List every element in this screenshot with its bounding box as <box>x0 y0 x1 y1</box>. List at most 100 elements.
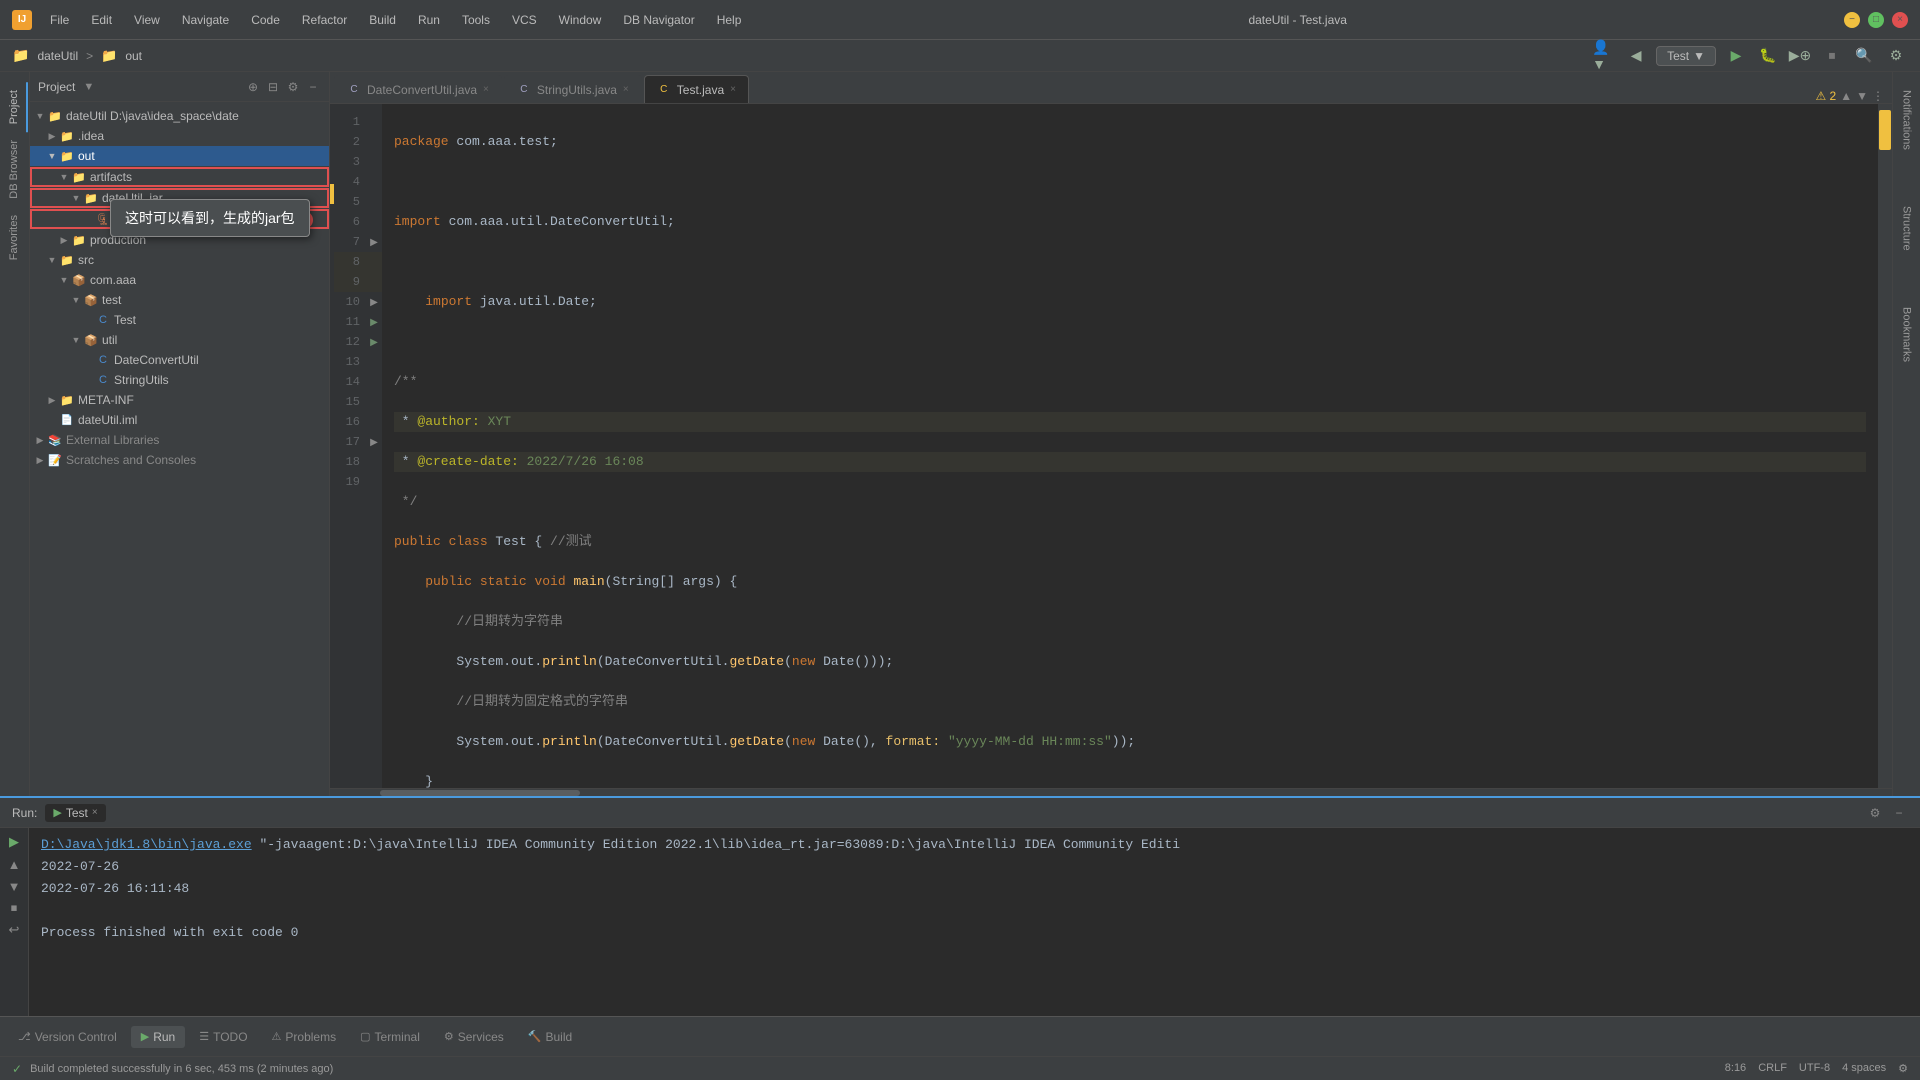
sidebar-tab-favorites[interactable]: Favorites <box>2 207 28 268</box>
minimize-button[interactable]: − <box>1844 12 1860 28</box>
sidebar-tab-project[interactable]: Project <box>2 82 28 132</box>
expand-arrow-dateutiljar[interactable]: ▼ <box>70 192 82 204</box>
expand-arrow-production[interactable]: ▶ <box>58 234 70 246</box>
expand-arrow-out[interactable]: ▼ <box>46 150 58 162</box>
tab-close-DateConvertUtil[interactable]: × <box>483 84 489 95</box>
expand-arrow-src[interactable]: ▼ <box>46 254 58 266</box>
tree-item-META-INF[interactable]: ▶ 📁 META-INF <box>30 390 329 410</box>
tree-item-src[interactable]: ▼ 📁 src <box>30 250 329 270</box>
run-scroll-up-icon[interactable]: ▲ <box>4 854 24 874</box>
expand-arrow-com-aaa[interactable]: ▼ <box>58 274 70 286</box>
tab-Test[interactable]: C Test.java × <box>644 75 749 103</box>
run-stop-icon[interactable]: ⏹ <box>4 898 24 918</box>
menu-file[interactable]: File <box>40 9 79 31</box>
bottom-tab-run[interactable]: ▶ Run <box>131 1026 185 1048</box>
menu-window[interactable]: Window <box>549 9 612 31</box>
scope-icon[interactable]: ⊕ <box>245 79 261 95</box>
bottom-tab-problems[interactable]: ⚠ Problems <box>262 1026 347 1048</box>
menu-navigate[interactable]: Navigate <box>172 9 239 31</box>
tree-item-com-aaa[interactable]: ▼ 📦 com.aaa <box>30 270 329 290</box>
bottom-tab-todo[interactable]: ☰ TODO <box>189 1026 257 1048</box>
status-line-col[interactable]: 8:16 <box>1725 1062 1746 1075</box>
status-encoding[interactable]: UTF-8 <box>1799 1062 1830 1075</box>
menu-build[interactable]: Build <box>359 9 406 31</box>
expand-arrow-util[interactable]: ▼ <box>70 334 82 346</box>
run-coverage-button[interactable]: ▶⊕ <box>1788 44 1812 68</box>
status-indent[interactable]: 4 spaces <box>1842 1062 1886 1075</box>
ln-arrow-12[interactable]: ▶ <box>366 337 382 348</box>
tree-item-dateutil[interactable]: ▼ 📁 dateUtil D:\java\idea_space\date <box>30 106 329 126</box>
tree-item-DateConvertUtil[interactable]: ▶ C DateConvertUtil <box>30 350 329 370</box>
run-scroll-down-icon[interactable]: ▼ <box>4 876 24 896</box>
back-button[interactable]: ◀ <box>1624 44 1648 68</box>
menu-edit[interactable]: Edit <box>81 9 122 31</box>
tree-item-idea[interactable]: ▶ 📁 .idea <box>30 126 329 146</box>
expand-arrow-ext-libs[interactable]: ▶ <box>34 434 46 446</box>
expand-arrow-artifacts[interactable]: ▼ <box>58 171 70 183</box>
scroll-up-icon[interactable]: ▲ <box>1840 89 1852 103</box>
profile-button[interactable]: 👤▼ <box>1592 44 1616 68</box>
search-everywhere-button[interactable]: 🔍 <box>1852 44 1876 68</box>
ln-arrow-11[interactable]: ▶ <box>366 317 382 328</box>
right-tab-structure[interactable]: Structure <box>1896 198 1918 259</box>
close-button[interactable]: × <box>1892 12 1908 28</box>
collapse-all-icon[interactable]: ⊟ <box>265 79 281 95</box>
bottom-tab-terminal[interactable]: ▢ Terminal <box>350 1026 430 1048</box>
expand-arrow-scratches[interactable]: ▶ <box>34 454 46 466</box>
run-tab[interactable]: ▶ Test × <box>45 804 105 822</box>
tree-item-StringUtils[interactable]: ▶ C StringUtils <box>30 370 329 390</box>
run-rerun-icon[interactable]: ▶ <box>4 832 24 852</box>
bottom-tab-version-control[interactable]: ⎇ Version Control <box>8 1026 127 1048</box>
tab-close-StringUtils[interactable]: × <box>623 84 629 95</box>
run-wrap-icon[interactable]: ↩ <box>4 920 24 940</box>
settings-button[interactable]: ⚙ <box>1884 44 1908 68</box>
panel-dropdown-icon[interactable]: ▼ <box>83 81 94 93</box>
tree-item-out[interactable]: ▼ 📁 out <box>30 146 329 166</box>
horizontal-scrollbar[interactable] <box>330 788 1892 796</box>
bottom-minimize-icon[interactable]: − <box>1890 804 1908 822</box>
menu-refactor[interactable]: Refactor <box>292 9 357 31</box>
bottom-tab-build[interactable]: 🔨 Build <box>518 1026 582 1048</box>
console-java-exe[interactable]: D:\Java\jdk1.8\bin\java.exe <box>41 837 252 852</box>
menu-run[interactable]: Run <box>408 9 450 31</box>
tree-item-Test[interactable]: ▶ C Test <box>30 310 329 330</box>
run-config-selector[interactable]: Test ▼ <box>1656 46 1716 66</box>
status-line-endings[interactable]: CRLF <box>1758 1062 1787 1075</box>
scroll-down-icon[interactable]: ▼ <box>1856 89 1868 103</box>
tree-item-scratches[interactable]: ▶ 📝 Scratches and Consoles <box>30 450 329 470</box>
run-button[interactable]: ▶ <box>1724 44 1748 68</box>
status-settings-icon[interactable]: ⚙ <box>1898 1062 1908 1075</box>
scroll-bar-right[interactable] <box>1878 104 1892 788</box>
stop-button[interactable]: ⏹ <box>1820 44 1844 68</box>
sidebar-tab-db-browser[interactable]: DB Browser <box>2 132 28 207</box>
tab-DateConvertUtil[interactable]: C DateConvertUtil.java × <box>334 75 502 103</box>
right-tab-bookmarks[interactable]: Bookmarks <box>1896 299 1918 370</box>
expand-arrow-META-INF[interactable]: ▶ <box>46 394 58 406</box>
tree-item-external-libs[interactable]: ▶ 📚 External Libraries <box>30 430 329 450</box>
bottom-tab-services[interactable]: ⚙ Services <box>434 1026 514 1048</box>
menu-tools[interactable]: Tools <box>452 9 500 31</box>
maximize-button[interactable]: □ <box>1868 12 1884 28</box>
menu-code[interactable]: Code <box>241 9 290 31</box>
tab-StringUtils[interactable]: C StringUtils.java × <box>504 75 642 103</box>
code-editor[interactable]: 1 2 3 4 5 6 7▶ 8 9 10▶ 11▶ 12▶ 13 14 15 … <box>330 104 1892 788</box>
tree-item-test[interactable]: ▼ 📦 test <box>30 290 329 310</box>
expand-arrow-idea[interactable]: ▶ <box>46 130 58 142</box>
tree-item-artifacts[interactable]: ▼ 📁 artifacts <box>30 167 329 187</box>
tab-close-Test[interactable]: × <box>730 84 736 95</box>
expand-arrow-test[interactable]: ▼ <box>70 294 82 306</box>
menu-vcs[interactable]: VCS <box>502 9 547 31</box>
expand-arrow-dateutil[interactable]: ▼ <box>34 110 46 122</box>
right-tab-notifications[interactable]: Notifications <box>1896 82 1918 158</box>
tree-item-dateUtil-iml[interactable]: ▶ 📄 dateUtil.iml <box>30 410 329 430</box>
bottom-settings-icon[interactable]: ⚙ <box>1866 804 1884 822</box>
menu-view[interactable]: View <box>124 9 170 31</box>
editor-more-icon[interactable]: ⋮ <box>1872 89 1884 103</box>
panel-settings-icon[interactable]: ⚙ <box>285 79 301 95</box>
debug-button[interactable]: 🐛 <box>1756 44 1780 68</box>
panel-close-icon[interactable]: − <box>305 79 321 95</box>
run-tab-close[interactable]: × <box>92 807 98 818</box>
tree-item-util[interactable]: ▼ 📦 util <box>30 330 329 350</box>
code-content[interactable]: package com.aaa.test; import com.aaa.uti… <box>382 104 1878 788</box>
menu-dbnavigator[interactable]: DB Navigator <box>613 9 704 31</box>
